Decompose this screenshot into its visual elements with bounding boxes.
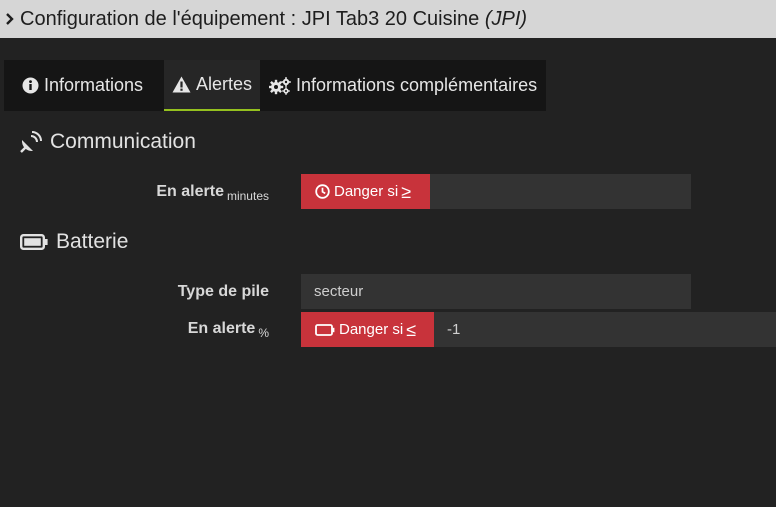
communication-danger-button[interactable]: Danger si ≥: [301, 174, 430, 209]
batterie-danger-label: Danger si: [339, 321, 404, 338]
tab-alertes-label: Alertes: [196, 74, 253, 94]
batterie-alert-unit: %: [258, 326, 269, 340]
pile-type-value: secteur: [314, 283, 364, 300]
battery-icon: [20, 234, 48, 250]
tab-informations[interactable]: Informations: [4, 60, 164, 111]
tab-alertes[interactable]: Alertes: [164, 60, 260, 111]
batterie-danger-operator: ≤: [406, 319, 417, 340]
batterie-danger-button[interactable]: Danger si ≤: [301, 312, 434, 347]
communication-section-title: Communication: [20, 130, 196, 154]
gears-icon: [269, 76, 291, 95]
batterie-alert-input[interactable]: -1: [434, 312, 776, 347]
config-title-bar: Configuration de l'équipement : JPI Tab3…: [0, 0, 776, 38]
communication-alert-label-text: En alerte: [156, 183, 224, 200]
tab-bar: Informations Alertes Informations complé…: [4, 60, 546, 111]
page-title-main: Configuration de l'équipement : JPI Tab3…: [20, 7, 480, 30]
batterie-alert-label: En alerte%: [188, 320, 269, 340]
communication-danger-label: Danger si: [334, 183, 399, 200]
tab-informations-complementaires-label: Informations complémentaires: [296, 75, 538, 95]
info-circle-icon: [22, 77, 39, 94]
communication-alert-label: En alerte minutes: [156, 183, 269, 203]
page-title-plugin: (JPI): [484, 7, 528, 30]
tab-informations-complementaires[interactable]: Informations complémentaires: [260, 60, 546, 111]
page-title: Configuration de l'équipement : JPI Tab3…: [20, 8, 527, 31]
clock-icon: [315, 184, 330, 199]
communication-alert-unit: minutes: [226, 189, 269, 203]
communication-title-text: Communication: [50, 130, 196, 153]
pile-type-label: Type de pile: [177, 283, 269, 300]
batterie-title-text: Batterie: [56, 230, 129, 253]
batterie-section-title: Batterie: [20, 230, 128, 254]
battery-empty-icon: [315, 323, 335, 336]
warning-icon: [172, 76, 191, 93]
tab-informations-label: Informations: [44, 75, 144, 95]
chevron-right-icon[interactable]: [1, 13, 17, 25]
batterie-alert-value: -1: [447, 321, 461, 338]
communication-danger-operator: ≥: [401, 181, 412, 202]
batterie-alert-label-text: En alerte: [187, 320, 256, 337]
communication-alert-input[interactable]: [430, 174, 691, 209]
pile-type-input[interactable]: secteur: [301, 274, 691, 309]
satellite-dish-icon: [20, 131, 42, 153]
